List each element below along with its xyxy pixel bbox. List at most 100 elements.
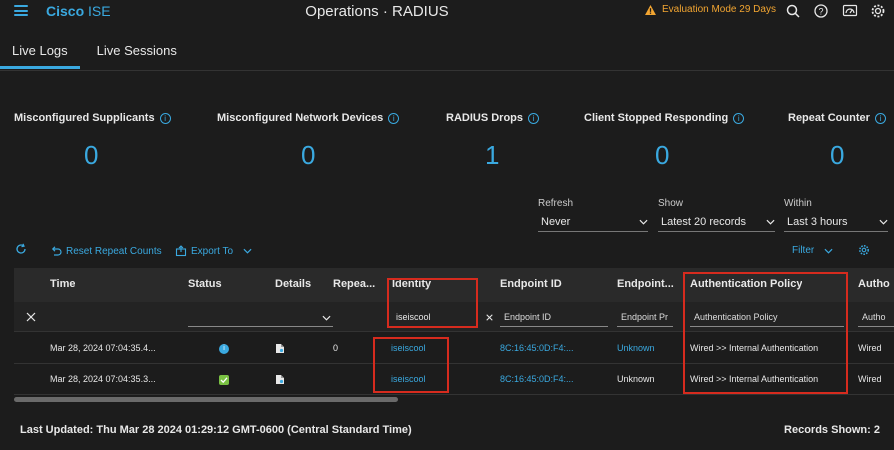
cell-time: Mar 28, 2024 07:04:35.3... xyxy=(50,374,156,384)
refresh-filter: Refresh Never xyxy=(538,198,648,232)
pass-status-icon[interactable] xyxy=(219,375,229,385)
filter-label: Filter xyxy=(792,245,815,256)
cell-identity[interactable]: iseiscool xyxy=(391,343,426,353)
within-value: Last 3 hours xyxy=(787,215,848,228)
table-row[interactable]: Mar 28, 2024 07:04:35.3... iseiscool 8C:… xyxy=(14,365,894,395)
reset-repeat-counts-label: Reset Repeat Counts xyxy=(66,245,162,257)
cell-endpoint-id[interactable]: 8C:16:45:0D:F4:... xyxy=(500,374,600,384)
table-header: Time Status Details Repea... Identity En… xyxy=(14,268,894,302)
table-row[interactable]: Mar 28, 2024 07:04:35.4... i 0 iseiscool… xyxy=(14,334,894,364)
counter-label: Misconfigured Network Devices xyxy=(217,112,384,124)
show-label: Show xyxy=(658,198,684,209)
info-icon[interactable]: i xyxy=(733,112,745,124)
records-shown-text: Records Shown: 2 xyxy=(784,424,880,436)
column-header-authorization-policy[interactable]: Autho xyxy=(858,278,894,290)
show-select[interactable]: Latest 20 records xyxy=(658,212,775,232)
chevron-down-icon xyxy=(639,219,648,225)
cell-endpoint-profile[interactable]: Unknown xyxy=(617,343,655,353)
export-to-button[interactable]: Export To xyxy=(175,245,252,257)
counter-value[interactable]: 1 xyxy=(485,140,499,171)
counter-label: RADIUS Drops xyxy=(446,112,524,124)
cell-time: Mar 28, 2024 07:04:35.4... xyxy=(50,343,156,353)
info-icon[interactable]: i xyxy=(159,112,171,124)
cell-endpoint-id[interactable]: 8C:16:45:0D:F4:... xyxy=(500,343,600,353)
column-header-authentication-policy[interactable]: Authentication Policy xyxy=(690,278,802,290)
within-select[interactable]: Last 3 hours xyxy=(784,212,888,232)
top-header: Cisco ISE Operations · RADIUS Evaluation… xyxy=(0,0,894,24)
info-icon[interactable]: i xyxy=(388,112,400,124)
authentication-policy-filter-input[interactable] xyxy=(690,307,844,327)
authorization-policy-filter-input[interactable] xyxy=(858,307,894,327)
svg-text:?: ? xyxy=(818,6,823,16)
chevron-down-icon xyxy=(766,219,775,225)
details-icon[interactable] xyxy=(275,343,285,354)
counter-value[interactable]: 0 xyxy=(655,140,669,171)
counter-misconfigured-supplicants: Misconfigured Supplicants i 0 xyxy=(14,112,171,170)
clear-filters-icon[interactable] xyxy=(26,312,36,322)
refresh-select[interactable]: Never xyxy=(538,212,648,232)
chevron-down-icon xyxy=(243,248,252,254)
counter-value[interactable]: 0 xyxy=(830,140,844,171)
export-icon xyxy=(175,245,187,257)
cell-authentication-policy: Wired >> Internal Authentication xyxy=(690,374,819,384)
warning-icon xyxy=(645,4,656,15)
export-to-label: Export To xyxy=(191,245,234,257)
page-title: Operations · RADIUS xyxy=(305,3,449,20)
counter-misconfigured-network-devices: Misconfigured Network Devices i 0 xyxy=(217,112,400,170)
tab-live-logs[interactable]: Live Logs xyxy=(0,40,80,69)
column-header-status[interactable]: Status xyxy=(188,278,222,290)
cell-authentication-policy: Wired >> Internal Authentication xyxy=(690,343,819,353)
show-value: Latest 20 records xyxy=(661,215,746,228)
within-label: Within xyxy=(784,198,812,209)
counter-value[interactable]: 0 xyxy=(301,140,315,171)
reset-repeat-counts-button[interactable]: Reset Repeat Counts xyxy=(50,245,162,257)
details-icon[interactable] xyxy=(275,374,285,385)
info-icon[interactable]: i xyxy=(874,112,886,124)
column-header-identity[interactable]: Identity xyxy=(392,278,431,290)
identity-filter-input[interactable] xyxy=(392,307,476,327)
settings-icon[interactable] xyxy=(870,3,886,19)
last-updated-text: Last Updated: Thu Mar 28 2024 01:29:12 G… xyxy=(20,424,412,436)
table-settings-icon[interactable] xyxy=(858,244,870,256)
counter-label: Misconfigured Supplicants xyxy=(14,112,155,124)
counter-value[interactable]: 0 xyxy=(84,140,98,171)
column-header-details[interactable]: Details xyxy=(275,278,311,290)
live-logs-table: Time Status Details Repea... Identity En… xyxy=(14,268,894,398)
refresh-icon[interactable] xyxy=(15,243,27,255)
cell-endpoint-profile: Unknown xyxy=(617,374,655,384)
filter-button[interactable]: Filter xyxy=(792,245,833,256)
chevron-down-icon xyxy=(879,219,888,225)
info-icon[interactable]: i xyxy=(528,112,540,124)
show-filter: Show Latest 20 records xyxy=(658,198,775,232)
cell-identity[interactable]: iseiscool xyxy=(391,374,426,384)
evaluation-mode-text: Evaluation Mode 29 Days xyxy=(662,4,776,15)
column-header-endpoint-id[interactable]: Endpoint ID xyxy=(500,278,562,290)
search-icon[interactable] xyxy=(785,3,801,19)
counter-label: Client Stopped Responding xyxy=(584,112,729,124)
chevron-down-icon xyxy=(824,248,833,254)
clear-identity-filter-icon[interactable] xyxy=(486,314,493,321)
counter-label: Repeat Counter xyxy=(788,112,870,124)
tab-live-sessions[interactable]: Live Sessions xyxy=(85,40,189,69)
counter-client-stopped-responding: Client Stopped Responding i 0 xyxy=(584,112,745,170)
endpoint-profile-filter-input[interactable] xyxy=(617,307,673,327)
help-icon[interactable]: ? xyxy=(813,3,829,19)
dashboard-icon[interactable] xyxy=(842,3,858,19)
horizontal-scrollbar[interactable] xyxy=(14,397,398,402)
within-filter: Within Last 3 hours xyxy=(784,198,888,232)
chevron-down-icon xyxy=(322,315,331,321)
status-filter-select[interactable] xyxy=(188,307,333,327)
column-header-endpoint-profile[interactable]: Endpoint... xyxy=(617,278,679,290)
evaluation-mode-notice[interactable]: Evaluation Mode 29 Days xyxy=(645,4,776,15)
tab-bar: Live Logs Live Sessions xyxy=(0,40,189,70)
table-filter-row xyxy=(14,302,894,332)
reset-icon xyxy=(51,246,62,256)
cell-authorization-policy: Wired xyxy=(858,374,882,384)
counter-radius-drops: RADIUS Drops i 1 xyxy=(446,112,540,170)
column-header-time[interactable]: Time xyxy=(50,278,75,290)
info-status-icon[interactable]: i xyxy=(219,344,229,354)
column-header-repeat[interactable]: Repea... xyxy=(333,278,379,290)
check-icon xyxy=(220,377,228,384)
endpoint-id-filter-input[interactable] xyxy=(500,307,608,327)
refresh-label: Refresh xyxy=(538,198,574,209)
